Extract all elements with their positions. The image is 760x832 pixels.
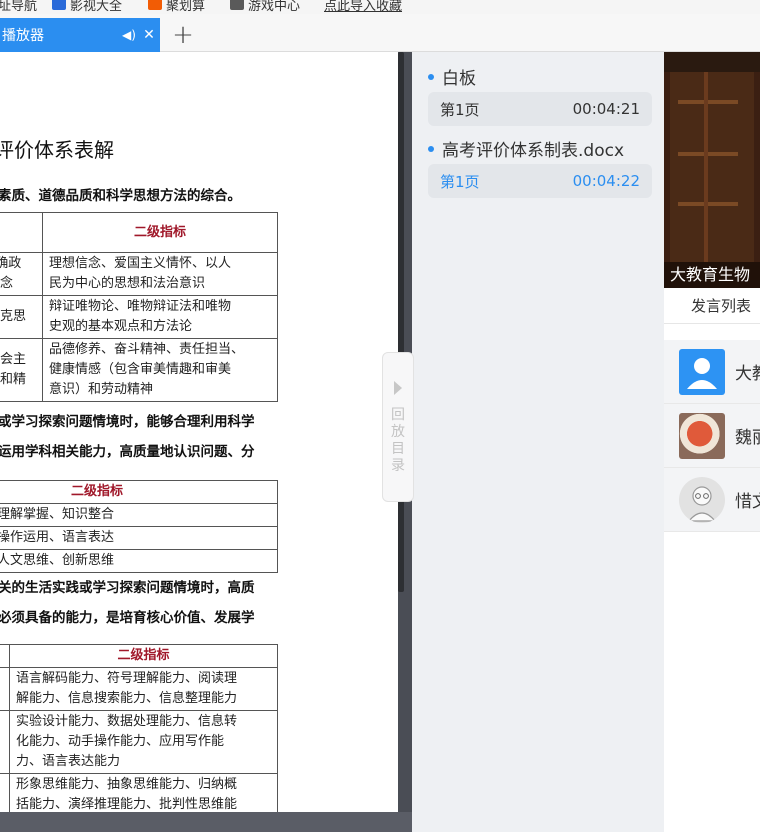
table-cell: 实验设计能力、数据处理能力、信息转 化能力、动手操作能力、应用写作能 力、语言表… — [9, 710, 278, 774]
close-tab-button[interactable]: ✕ — [138, 27, 160, 43]
group-title-text: 高考评价体系制表.docx — [442, 141, 625, 161]
table-cell: 理解掌握、知识整合 — [0, 503, 278, 527]
document-text: 素质、道德品质和科学思想方法的综合。 — [0, 188, 241, 204]
new-tab-button[interactable]: + — [168, 18, 198, 52]
player-main: 评价体系表解 素质、道德品质和科学思想方法的综合。 二级指标 E确政 观念 理想… — [0, 52, 760, 832]
table-cell: 品德修养、奋斗精神、责任担当、 健康情感（包含审美情趣和审美 意识）和劳动精神 — [42, 338, 278, 402]
bookmark-label: 影视大全 — [70, 0, 123, 14]
table-header: 二级指标 — [9, 644, 278, 668]
document-text: 或学习探索问题情境时，能够合理利用科学 — [0, 414, 255, 430]
speaker-row[interactable]: 大教 — [664, 340, 760, 404]
bookmarks-bar: 址导航 影视大全 聚划算 游戏中心 点此导入收藏 — [0, 0, 760, 14]
page-label: 第1页 — [440, 100, 480, 119]
table-cell: 社会主 德和精 — [0, 338, 43, 402]
bookmark-games[interactable]: 游戏中心 — [230, 0, 300, 14]
video-feed[interactable]: 大教育生物 — [664, 52, 760, 288]
table-cell: 人文思维、创新思维 — [0, 549, 278, 573]
bookmark-label: 点此导入收藏 — [324, 0, 403, 14]
replay-list: 白板 第1页 00:04:21 高考评价体系制表.docx 第1页 00:04:… — [416, 52, 664, 832]
speaker-row[interactable]: 惜文 — [664, 468, 760, 532]
table-cell: 语言解码能力、符号理解能力、阅读理 解能力、信息搜索能力、信息整理能力 — [9, 667, 278, 711]
video-frame — [664, 52, 760, 72]
tab-strip: 播放器 ◀) ✕ + — [0, 14, 760, 52]
right-panel: 大教育生物 发言列表 大教 魏丽 — [664, 52, 760, 832]
list-group-title: 白板 — [428, 64, 476, 89]
speaker-name: 惜文 — [735, 492, 760, 512]
tab-title: 播放器 — [2, 28, 44, 44]
bullet-icon — [428, 145, 434, 152]
cartoon-avatar — [679, 476, 725, 523]
index-table-1: 二级指标 E确政 观念 理想信念、爱国主义情怀、以人 民为中心的思想和法治意识 … — [0, 212, 278, 402]
bookmark-nav[interactable]: 址导航 — [0, 0, 37, 14]
table-cell: 马克思 — [0, 295, 43, 339]
list-item-active[interactable]: 第1页 00:04:22 — [428, 164, 652, 198]
replay-directory-toggle[interactable]: 回放目录 — [382, 352, 414, 502]
bullet-icon — [428, 73, 434, 80]
video-frame — [678, 100, 738, 104]
bookmark-import[interactable]: 点此导入收藏 — [324, 0, 402, 14]
table-cell: 理想信念、爱国主义情怀、以人 民为中心的思想和法治意识 — [42, 252, 278, 296]
table-cell: 操作运用、语言表达 — [0, 526, 278, 550]
table-cell: 形象思维能力、抽象思维能力、归纳概 括能力、演绎推理能力、批判性思维能 — [9, 773, 278, 812]
speaker-row[interactable]: 魏丽 — [664, 404, 760, 468]
document-bottom-bar — [0, 812, 412, 832]
replay-directory-label: 回放目录 — [391, 407, 405, 474]
index-table-3: 二级指标 语言解码能力、符号理解能力、阅读理 解能力、信息搜索能力、信息整理能力… — [0, 644, 278, 812]
film-icon — [52, 0, 66, 10]
document-text: 关的生活实践或学习探索问题情境时，高质 — [0, 580, 255, 596]
video-frame — [678, 152, 738, 156]
bookmark-label: 游戏中心 — [248, 0, 301, 14]
gamepad-icon — [230, 0, 244, 10]
speaker-icon[interactable]: ◀) — [120, 28, 138, 42]
speaker-name: 大教 — [735, 364, 760, 384]
speaker-name: 魏丽 — [735, 428, 760, 448]
tab-player[interactable]: 播放器 ◀) ✕ — [0, 18, 160, 52]
document-page: 评价体系表解 素质、道德品质和科学思想方法的综合。 二级指标 E确政 观念 理想… — [0, 52, 398, 812]
default-user-icon — [679, 348, 725, 395]
video-frame — [678, 202, 738, 206]
speaker-list-tab[interactable]: 发言列表 — [664, 288, 760, 324]
document-title: 评价体系表解 — [0, 138, 114, 162]
table-cell: 辩证唯物论、唯物辩证法和唯物 史观的基本观点和方法论 — [42, 295, 278, 339]
table-header: 二级指标 — [0, 480, 278, 504]
photo-avatar — [679, 412, 725, 459]
document-text: 运用学科相关能力，高质量地认识问题、分 — [0, 444, 255, 460]
table-cell: E确政 观念 — [0, 252, 43, 296]
video-caption: 大教育生物 — [664, 262, 760, 288]
index-table-2: 二级指标 理解掌握、知识整合 操作运用、语言表达 人文思维、创新思维 — [0, 480, 278, 573]
speaker-list: 大教 魏丽 惜文 — [664, 340, 760, 532]
page-time: 00:04:21 — [572, 100, 640, 118]
page-time: 00:04:22 — [572, 172, 640, 190]
bookmark-video[interactable]: 影视大全 — [52, 0, 122, 14]
list-group-title: 高考评价体系制表.docx — [428, 136, 624, 161]
expand-arrow-icon — [394, 381, 402, 395]
list-item[interactable]: 第1页 00:04:21 — [428, 92, 652, 126]
shopping-icon — [148, 0, 162, 10]
video-frame — [704, 72, 708, 262]
bookmark-deals[interactable]: 聚划算 — [148, 0, 205, 14]
document-scrollbar[interactable] — [398, 52, 404, 592]
page-label: 第1页 — [440, 172, 480, 191]
bookmark-label: 址导航 — [0, 0, 38, 14]
bookmark-label: 聚划算 — [166, 0, 206, 14]
table-header: 二级指标 — [42, 212, 278, 253]
document-text: 必须具备的能力，是培育核心价值、发展学 — [0, 610, 255, 626]
document-viewer: 评价体系表解 素质、道德品质和科学思想方法的综合。 二级指标 E确政 观念 理想… — [0, 52, 412, 832]
group-title-text: 白板 — [442, 69, 476, 89]
